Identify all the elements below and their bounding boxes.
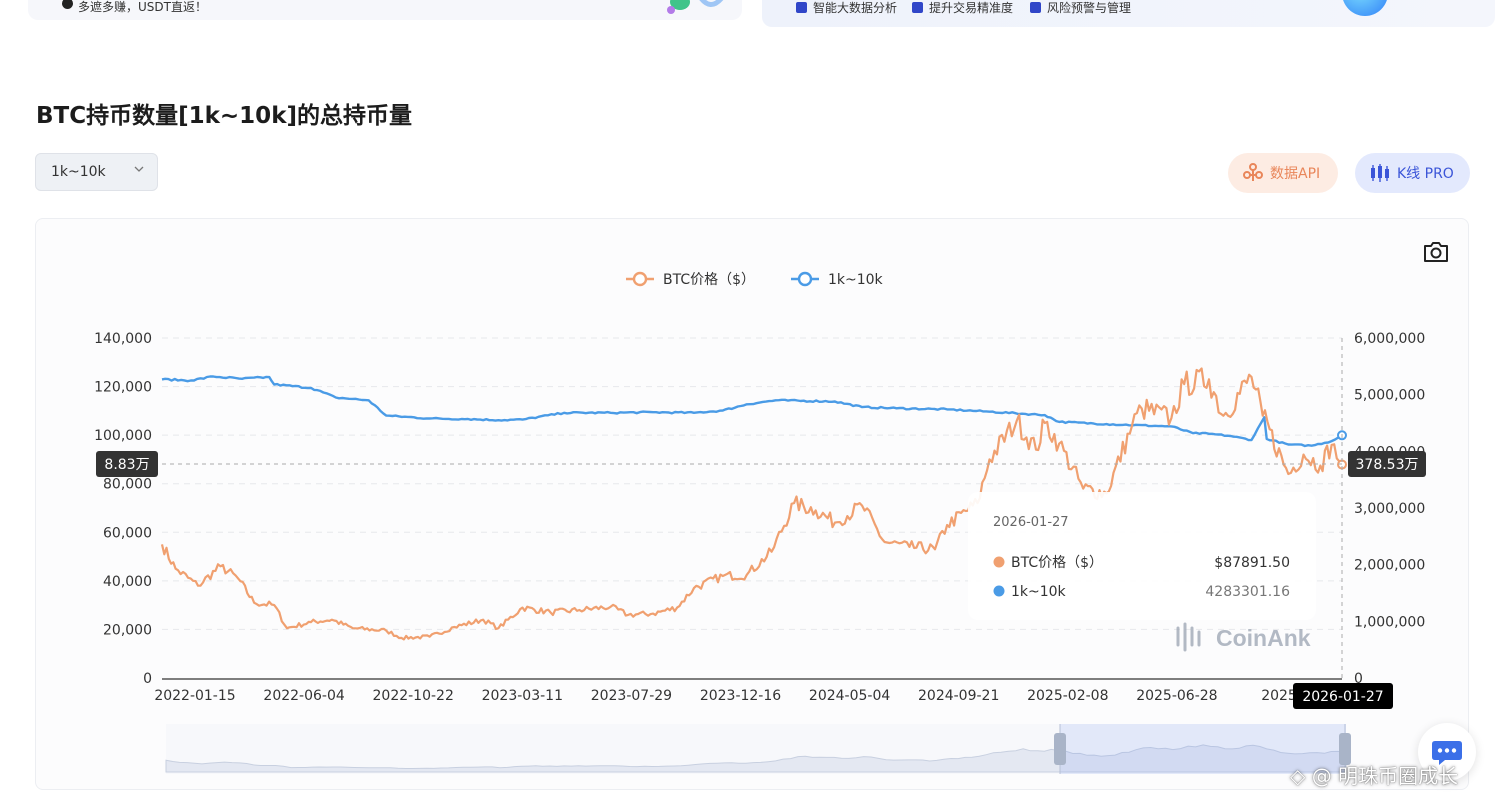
legend-marker [632,271,648,287]
y-right-tick-label: 1,000,000 [1354,614,1425,630]
x-tick-label: 2023-12-16 [700,688,781,704]
crosshair-right-label: 378.53万 [1356,457,1419,473]
x-tick-label: 2023-03-11 [482,688,563,704]
y-left-tick-label: 20,000 [103,622,152,638]
user-watermark: ◇ @ 明珠币圈成长 [1290,764,1459,788]
zoom-handle[interactable] [1054,733,1066,765]
x-tick-label: 2022-10-22 [373,688,454,704]
x-tick-label: 2025-02-08 [1027,688,1108,704]
coinank-logo-icon [1176,622,1201,652]
tooltip-series-name: BTC价格（$） [1011,555,1103,571]
chart-legend: BTC价格（$） 1k~10k [626,271,884,288]
coinank-brand: CoinAnk [1216,625,1311,651]
x-tick-label: 2026-01-27 [1302,689,1383,705]
chart-canvas: 0 20,000 40,000 60,000 80,000 100,000 120,000 1… [94,271,1426,774]
tooltip-marker [993,556,1005,568]
y-left-tick-label: 80,000 [103,477,152,493]
data-zoom-slider [165,724,1351,774]
y-left-tick-label: 140,000 [94,331,152,347]
y-right-tick-label: 3,000,000 [1354,501,1425,517]
y-left-tick-label: 0 [143,671,152,687]
x-tick-label: 2024-05-04 [809,688,890,704]
tooltip-value: 4283301.16 [1205,584,1290,600]
tooltip-series-name: 1k~10k [1011,584,1067,600]
chart-tooltip: 2026-01-27 BTC价格（$） $87891.50 1k~10k 4283301… [968,492,1316,620]
x-tick-label: 2024-09-21 [918,688,999,704]
x-tick-label: 2022-06-04 [263,688,344,704]
legend-item-label[interactable]: 1k~10k [828,272,884,288]
y-left-tick-label: 120,000 [94,380,152,396]
y-right-tick-label: 2,000,000 [1354,558,1425,574]
coinank-watermark: CoinAnk [1176,622,1311,652]
y-right-tick-label: 6,000,000 [1354,331,1425,347]
x-tick-label: 2025-06-28 [1136,688,1217,704]
x-tick-label: 2022-01-15 [154,688,235,704]
tooltip-value: $87891.50 [1214,555,1290,571]
legend-marker [797,271,813,287]
y-left-tick-label: 60,000 [103,525,152,541]
legend-item-label[interactable]: BTC价格（$） [663,272,755,288]
x-tick-label: 2023-07-29 [591,688,672,704]
y-left-tick-label: 40,000 [103,574,152,590]
y-right-tick-label: 5,000,000 [1354,388,1425,404]
y-left-tick-label: 100,000 [94,428,152,444]
tooltip-date: 2026-01-27 [993,515,1069,530]
crosshair-left-label: 8.83万 [104,457,149,473]
tooltip-marker [993,585,1005,597]
